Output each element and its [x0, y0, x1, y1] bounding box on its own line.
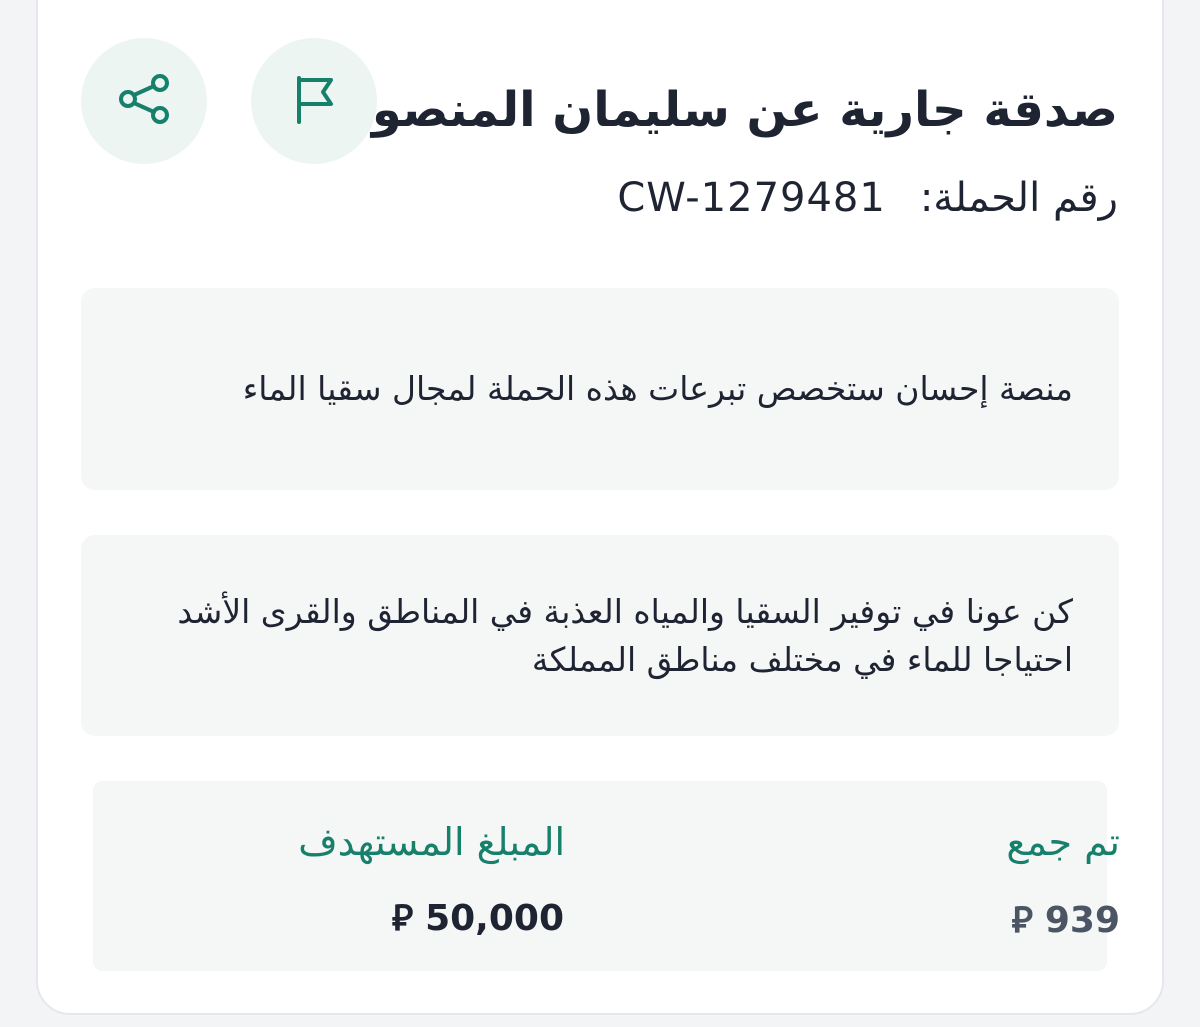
campaign-description-box: كن عونا في توفير السقيا والمياه العذبة ف… — [81, 535, 1119, 736]
campaign-number: CW-1279481 — [617, 175, 886, 221]
target-label: المبلغ المستهدف — [298, 820, 565, 864]
report-button[interactable] — [251, 38, 377, 164]
campaign-title: صدقة جارية عن سليمان المنصور — [344, 82, 1118, 138]
share-button[interactable] — [81, 38, 207, 164]
collected-amount: ⃁ 939 — [1011, 895, 1120, 942]
collected-label: تم جمع — [1006, 820, 1120, 864]
flag-icon — [287, 72, 341, 130]
donation-stats — [93, 781, 1107, 971]
campaign-number-label: رقم الحملة: — [919, 175, 1118, 221]
riyal-icon: ⃁ — [1011, 900, 1033, 941]
share-icon — [114, 69, 174, 133]
campaign-note: منصة إحسان ستخصص تبرعات هذه الحملة لمجال… — [242, 369, 1073, 408]
campaign-number-row: رقم الحملة: CW-1279481 — [617, 175, 1118, 221]
riyal-icon: ⃁ — [391, 898, 414, 939]
target-amount: ⃁ 50,000 — [392, 893, 564, 940]
campaign-note-box: منصة إحسان ستخصص تبرعات هذه الحملة لمجال… — [81, 288, 1119, 490]
campaign-description: كن عونا في توفير السقيا والمياه العذبة ف… — [177, 591, 1073, 679]
target-value: 50,000 — [425, 898, 564, 939]
collected-value: 939 — [1044, 900, 1120, 941]
